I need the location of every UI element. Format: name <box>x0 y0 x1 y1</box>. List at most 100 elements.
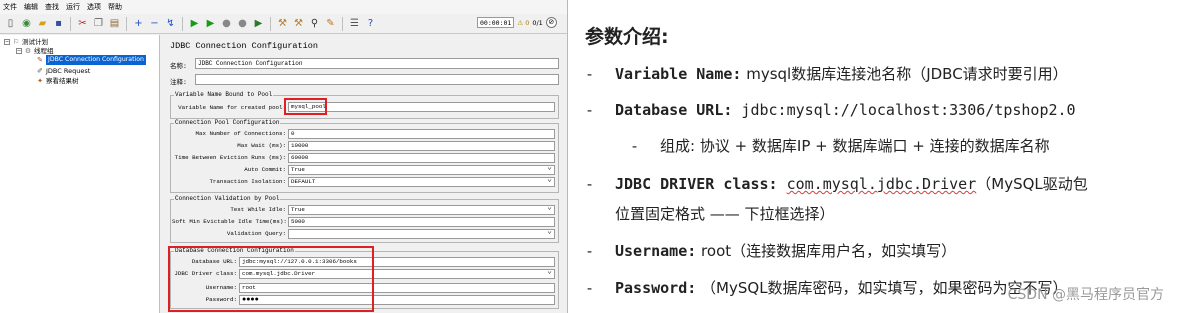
panel-title: JDBC Connection Configuration <box>170 41 318 51</box>
transaction-isolation-label: Transaction Isolation: <box>209 178 286 185</box>
tree-node-jdbc-config[interactable]: ✎ JDBC Connection Configuration <box>36 55 146 65</box>
eviction-runs-label: Time Between Eviction Runs (ms): <box>174 154 286 161</box>
toggle-icon[interactable]: ↯ <box>164 17 177 30</box>
menu-run[interactable]: 运行 <box>66 2 80 12</box>
toolbar-divider <box>182 16 183 31</box>
thread-group-icon: ⚙ <box>24 47 32 55</box>
list-bullet: - <box>630 137 640 155</box>
driver-class-value: com.mysql.jdbc.Driver <box>786 175 977 193</box>
validation-query-select[interactable] <box>288 229 555 239</box>
param-desc: 组成: 协议 + 数据库IP + 数据库端口 + 连接的数据库名称 <box>660 137 1050 155</box>
copy-icon[interactable]: ❐ <box>92 17 105 30</box>
menu-options[interactable]: 选项 <box>87 2 101 12</box>
comment-field[interactable] <box>195 74 559 85</box>
list-bullet: - <box>585 242 595 260</box>
list-item-database-url: - Database URL: jdbc:mysql://localhost:33… <box>585 101 1076 119</box>
collapse-toggle-icon[interactable]: − <box>4 39 10 45</box>
running-indicator-icon: ⊘ <box>545 17 557 28</box>
list-bullet: - <box>585 279 595 297</box>
toolbar-divider <box>342 16 343 31</box>
max-connections-label: Max Number of Connections: <box>195 130 286 137</box>
collapse-toggle-icon[interactable]: − <box>16 48 22 54</box>
auto-commit-select[interactable]: True <box>288 165 555 175</box>
list-item-password: - Password: （MySQL数据库密码，如实填写，如果密码为空不写） <box>585 279 1068 297</box>
test-plan-icon: ⚐ <box>12 38 20 46</box>
test-plan-tree: − ⚐ 测试计划 − ⚙ 线程组 ✎ JDBC Connection Confi… <box>0 35 160 313</box>
toolbar-divider <box>70 16 71 31</box>
watermark: CSDN @黑马程序员官方 <box>1007 287 1164 303</box>
validation-legend: Connection Validation by Pool <box>174 195 281 202</box>
start-no-pause-icon[interactable]: ▶ <box>204 17 217 30</box>
shutdown-icon[interactable]: ● <box>236 17 249 30</box>
menu-edit[interactable]: 编辑 <box>24 2 38 12</box>
cut-icon[interactable]: ✂ <box>76 17 89 30</box>
comment-label: 注释: <box>170 79 187 86</box>
pool-bound-legend: Variable Name Bound to Pool <box>174 91 274 98</box>
max-wait-label: Max Wait (ms): <box>237 142 286 149</box>
menu-help[interactable]: 帮助 <box>108 2 122 12</box>
list-item-url-components: - 组成: 协议 + 数据库IP + 数据库端口 + 连接的数据库名称 <box>630 137 1050 155</box>
templates-icon[interactable]: ◉ <box>20 17 33 30</box>
name-field[interactable]: JDBC Connection Configuration <box>195 58 559 69</box>
test-while-idle-label: Test While Idle: <box>230 206 286 213</box>
elapsed-timer: 00:00:01 <box>477 17 515 28</box>
expand-icon[interactable]: + <box>132 17 145 30</box>
param-desc: jdbc:mysql://localhost:3306/tpshop2.0 <box>732 101 1076 119</box>
auto-commit-label: Auto Commit: <box>244 166 286 173</box>
param-desc: 位置固定格式 —— 下拉框选择） <box>615 205 835 223</box>
menu-search[interactable]: 查找 <box>45 2 59 12</box>
doc-title: 参数介绍: <box>585 26 669 48</box>
listener-icon: ✦ <box>37 77 43 85</box>
param-desc: mysql数据库连接池名称（JDBC请求时要引用） <box>741 65 1068 83</box>
soft-min-idle-field[interactable]: 5000 <box>288 217 555 227</box>
list-item-driver-class-cont: 位置固定格式 —— 下拉框选择） <box>615 205 835 223</box>
function-helper-icon[interactable]: ☰ <box>348 17 361 30</box>
config-element-icon: ✎ <box>37 56 43 64</box>
clear-icon[interactable]: ⚒ <box>276 17 289 30</box>
validation-query-label: Validation Query: <box>226 230 286 237</box>
list-bullet: - <box>585 65 595 83</box>
stop-icon[interactable]: ● <box>220 17 233 30</box>
status-area: 00:00:01 ⚠ 0 0/1 ⊘ <box>477 17 557 28</box>
search-icon[interactable]: ⚲ <box>308 17 321 30</box>
max-wait-field[interactable]: 10000 <box>288 141 555 151</box>
parameter-doc: 参数介绍: - Variable Name: mysql数据库连接池名称（JDBC… <box>585 0 1180 313</box>
param-key: Username: <box>615 242 697 260</box>
collapse-icon[interactable]: − <box>148 17 161 30</box>
list-item-driver-class: - JDBC DRIVER class: com.mysql.jdbc.Drive… <box>585 175 1088 193</box>
param-key: JDBC DRIVER class: <box>615 175 778 193</box>
tree-node-label: 察看结果树 <box>46 77 79 85</box>
test-while-idle-select[interactable]: True <box>288 205 555 215</box>
toolbar-divider <box>270 16 271 31</box>
pool-config-legend: Connection Pool Configuration <box>174 119 281 126</box>
start-icon[interactable]: ▶ <box>188 17 201 30</box>
param-desc: root（连接数据库用户名，如实填写） <box>696 242 957 260</box>
tree-node-results-tree[interactable]: ✦ 察看结果树 <box>36 76 79 86</box>
paste-icon[interactable]: ▤ <box>108 17 121 30</box>
highlight-box <box>284 98 327 115</box>
list-bullet: - <box>585 175 595 193</box>
open-icon[interactable]: ▰ <box>36 17 49 30</box>
warning-count[interactable]: ⚠ 0 <box>517 19 529 27</box>
jmeter-window: 文件 编辑 查找 运行 选项 帮助 ▯ ◉ ▰ ▪ ✂ ❐ ▤ + − ↯ ▶ … <box>0 0 568 313</box>
param-key: Database URL: <box>615 101 733 119</box>
max-connections-field[interactable]: 0 <box>288 129 555 139</box>
spacer-text <box>778 175 787 193</box>
menu-file[interactable]: 文件 <box>3 2 17 12</box>
pool-var-field[interactable]: mysql_pool <box>288 102 555 112</box>
param-key: Variable Name: <box>615 65 742 83</box>
help-icon[interactable]: ? <box>364 17 377 30</box>
sampler-icon: ✐ <box>37 67 43 75</box>
tree-node-jdbc-request[interactable]: ✐ JDBC Request <box>36 66 90 76</box>
param-key: Password: <box>615 279 697 297</box>
transaction-isolation-select[interactable]: DEFAULT <box>288 177 555 187</box>
soft-min-idle-label: Soft Min Evictable Idle Time(ms): <box>172 218 287 225</box>
clear-all-icon[interactable]: ⚒ <box>292 17 305 30</box>
pool-var-label: Variable Name for created pool: <box>178 104 286 111</box>
remote-start-icon[interactable]: ▶ <box>252 17 265 30</box>
eviction-runs-field[interactable]: 60000 <box>288 153 555 163</box>
reset-search-icon[interactable]: ✎ <box>324 17 337 30</box>
save-icon[interactable]: ▪ <box>52 17 65 30</box>
list-bullet: - <box>585 101 595 119</box>
new-icon[interactable]: ▯ <box>4 17 17 30</box>
